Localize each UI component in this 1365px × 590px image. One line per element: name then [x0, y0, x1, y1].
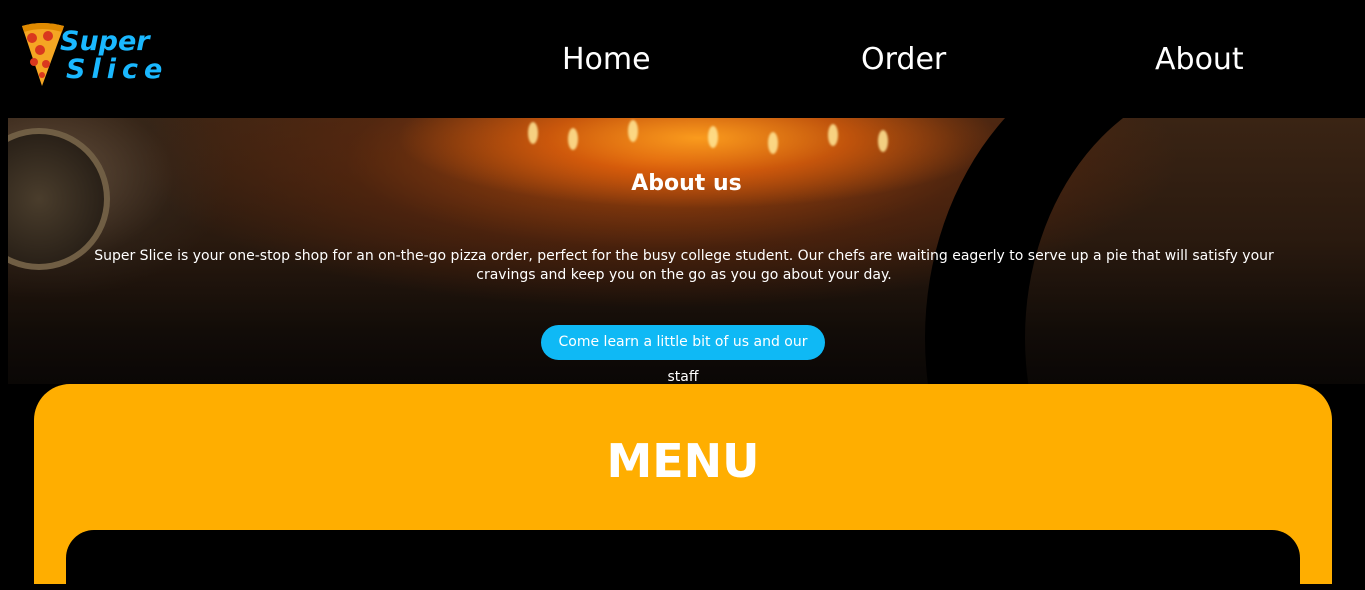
logo[interactable]: Super Slice: [20, 22, 162, 92]
about-hero: About us Super Slice is your one-stop sh…: [8, 118, 1365, 384]
logo-line1: Super: [60, 26, 150, 57]
menu-content-panel: [66, 530, 1300, 590]
nav-order-link[interactable]: Order: [861, 40, 946, 80]
logo-line2: Slice: [66, 54, 169, 85]
nav-home-link[interactable]: Home: [562, 40, 651, 80]
logo-text: Super Slice: [60, 28, 168, 84]
nav-about-link[interactable]: About: [1155, 40, 1244, 80]
site-header: Super Slice Home Order About: [0, 0, 1365, 118]
learn-about-staff-button[interactable]: Come learn a little bit of us and our st…: [541, 325, 825, 384]
pizza-slice-icon: [22, 23, 64, 86]
menu-title: MENU: [606, 434, 760, 488]
about-title: About us: [631, 171, 742, 196]
about-description: Super Slice is your one-stop shop for an…: [94, 248, 1274, 283]
menu-section: MENU: [34, 384, 1332, 590]
